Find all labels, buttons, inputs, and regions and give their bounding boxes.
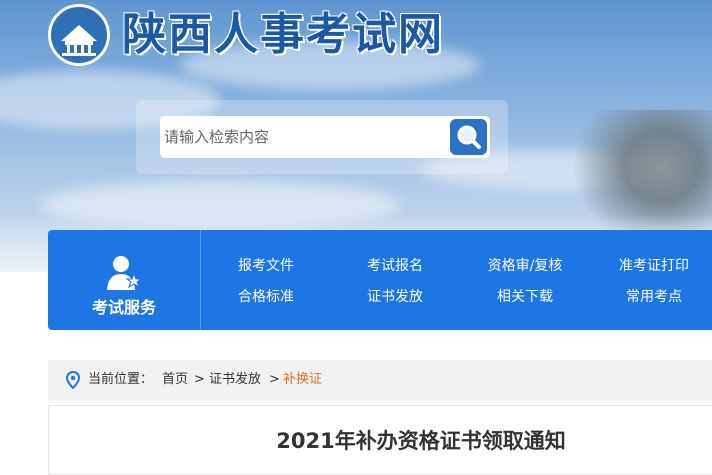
nav-link-exam-sites[interactable]: 常用考点 <box>626 286 682 306</box>
breadcrumb-certificate[interactable]: 证书发放 <box>209 360 261 400</box>
breadcrumb-prefix: 当前位置： <box>88 372 154 387</box>
exam-service-label: 考试服务 <box>91 298 156 317</box>
search-button[interactable] <box>450 119 487 155</box>
breadcrumb: 当前位置： 首页 > 证书发放 > 补换证 <box>48 360 712 400</box>
nav-link-apply-docs[interactable]: 报考文件 <box>238 255 294 275</box>
exam-service-panel[interactable]: 考试服务 <box>48 230 200 330</box>
nav-link-pass-standard[interactable]: 合格标准 <box>238 286 294 306</box>
nav-divider <box>200 230 201 330</box>
breadcrumb-home[interactable]: 首页 <box>162 360 188 400</box>
exam-service-icon <box>107 256 143 290</box>
search-input[interactable] <box>160 116 490 158</box>
breadcrumb-separator: > <box>194 372 205 387</box>
logo-emblem[interactable] <box>48 4 110 66</box>
nav-link-certificate-issue[interactable]: 证书发放 <box>367 286 423 306</box>
breadcrumb-separator: > <box>269 372 280 387</box>
nav-link-downloads[interactable]: 相关下载 <box>497 286 553 306</box>
location-pin-icon <box>66 371 80 389</box>
nav-link-registration[interactable]: 考试报名 <box>367 255 423 275</box>
nav-link-qualification-review[interactable]: 资格审/复核 <box>488 255 563 275</box>
site-title: 陕西人事考试网 <box>122 9 444 60</box>
article-title: 2021年补办资格证书领取通知 <box>276 429 566 453</box>
nav-link-admission-ticket[interactable]: 准考证打印 <box>619 255 689 275</box>
breadcrumb-current[interactable]: 补换证 <box>283 360 322 400</box>
main-nav: 考试服务 报考文件 考试报名 资格审/复核 准考证打印 合格标准 证书发放 相关… <box>48 230 712 330</box>
search-icon <box>457 125 481 149</box>
